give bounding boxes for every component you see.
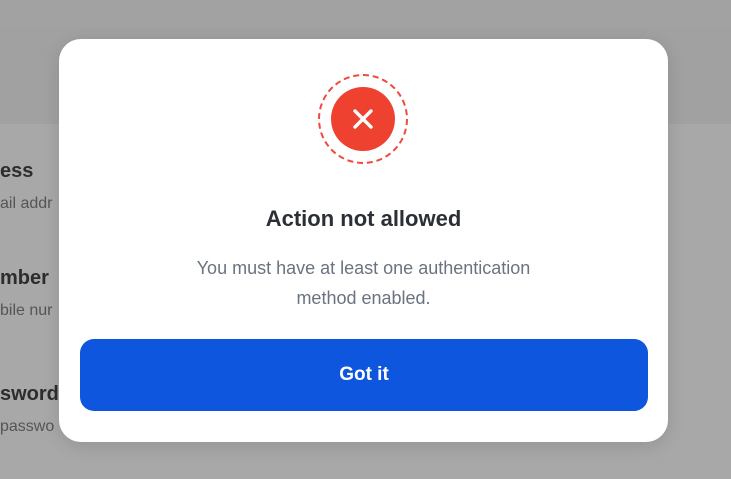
background-row-subtitle: bile nur: [0, 302, 53, 319]
background-row-subtitle: ail addr: [0, 195, 53, 212]
background-settings-list: ess ail addr mber bile nur sword passwo: [0, 150, 62, 450]
background-row-title: sword: [0, 383, 59, 405]
background-row-email: ess ail addr: [0, 160, 52, 213]
background-row-title: mber: [0, 267, 49, 289]
close-x-icon: [353, 109, 373, 129]
error-x-icon: [331, 87, 395, 151]
background-row-password: sword passwo: [0, 383, 59, 436]
background-row-phone: mber bile nur: [0, 267, 52, 320]
dialog-message: You must have at least one authenticatio…: [196, 258, 531, 308]
background-topbar: [0, 0, 731, 29]
background-row-subtitle: passwo: [0, 418, 55, 435]
background-row-title: ess: [0, 160, 34, 182]
action-not-allowed-dialog: Action not allowed You must have at leas…: [59, 39, 668, 442]
got-it-button[interactable]: Got it: [80, 339, 648, 411]
error-icon-ring: [318, 74, 408, 164]
dialog-title: Action not allowed: [265, 206, 462, 231]
